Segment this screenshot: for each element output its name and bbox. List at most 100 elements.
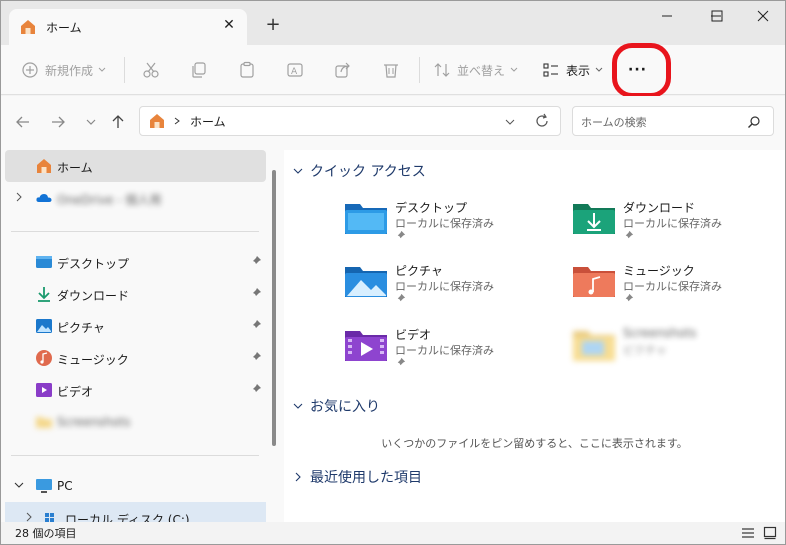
sort-button-label: 並べ替え — [457, 63, 506, 78]
new-button[interactable]: 新規作成 — [21, 58, 107, 82]
tiles-view-icon[interactable] — [763, 526, 777, 540]
chevron-down-icon — [510, 67, 518, 72]
item-name: Screenshots — [623, 326, 697, 340]
status-bar: 28 個の項目 — [1, 522, 785, 544]
quick-access-screenshots[interactable]: Screenshots ピクチャ — [572, 326, 772, 383]
details-view-icon[interactable] — [741, 526, 755, 540]
view-button[interactable]: 表示 — [542, 58, 604, 82]
quick-access-desktop[interactable]: デスクトップ ローカルに保存済み — [344, 200, 544, 256]
quick-access-videos[interactable]: ビデオ ローカルに保存済み — [344, 327, 544, 383]
up-arrow-icon[interactable] — [108, 112, 128, 132]
pin-icon[interactable] — [250, 319, 262, 331]
search-box[interactable] — [572, 106, 774, 136]
copy-button[interactable] — [190, 58, 208, 82]
sidebar-item-label: PC — [57, 479, 73, 493]
address-row: ホーム — [1, 96, 785, 150]
chevron-down-icon — [293, 403, 303, 409]
pin-icon — [624, 293, 634, 303]
delete-button[interactable] — [382, 58, 400, 82]
title-bar: ホーム ✕ + — [1, 1, 785, 45]
sidebar-item-label: ミュージック — [57, 353, 129, 367]
minimize-icon[interactable] — [661, 10, 673, 22]
item-subtitle: ローカルに保存済み — [395, 344, 494, 357]
cut-button[interactable] — [142, 58, 160, 82]
videos-folder-icon — [345, 331, 387, 361]
chevron-down-icon[interactable] — [13, 479, 25, 491]
quick-access-pictures[interactable]: ピクチャ ローカルに保存済み — [344, 263, 544, 319]
forward-arrow-icon[interactable] — [48, 112, 68, 132]
item-name: デスクトップ — [395, 201, 468, 215]
pictures-icon — [36, 319, 52, 333]
sidebar-scrollbar[interactable] — [272, 170, 276, 446]
item-name: ダウンロード — [623, 201, 696, 215]
home-icon — [21, 20, 35, 34]
quick-access-header[interactable]: クイック アクセス — [292, 161, 426, 181]
pin-icon — [624, 230, 634, 240]
explorer-window: ホーム ✕ + 新規作成 A 並べ替え 表示 ··· ホーム ホームの検索 ホー… — [0, 0, 786, 545]
pin-icon[interactable] — [250, 287, 262, 299]
maximize-icon[interactable] — [711, 10, 723, 22]
downloads-folder-icon — [573, 204, 615, 234]
sidebar-item-pc[interactable]: PC — [5, 470, 266, 502]
refresh-icon[interactable] — [534, 113, 550, 129]
recent-header[interactable]: 最近使用した項目 — [292, 467, 422, 487]
close-tab-icon[interactable]: ✕ — [221, 17, 237, 33]
pin-icon[interactable] — [250, 351, 262, 363]
rename-icon: A — [287, 63, 303, 77]
share-button[interactable] — [334, 58, 352, 82]
copy-icon — [192, 62, 206, 78]
recent-locations-chevron-icon[interactable] — [81, 112, 101, 132]
search-input[interactable] — [581, 113, 741, 131]
paste-button[interactable] — [238, 58, 256, 82]
sidebar-item-videos[interactable]: ビデオ — [5, 374, 266, 406]
sidebar-item-label: デスクトップ — [57, 257, 130, 271]
content-pane: クイック アクセス デスクトップ ローカルに保存済み ダウンロード ローカルに保… — [284, 150, 785, 522]
quick-access-downloads[interactable]: ダウンロード ローカルに保存済み — [572, 200, 772, 256]
item-name: ビデオ — [395, 328, 432, 342]
back-arrow-icon[interactable] — [13, 112, 33, 132]
close-window-icon[interactable] — [757, 10, 769, 22]
breadcrumb[interactable]: ホーム — [190, 113, 226, 130]
item-subtitle: ローカルに保存済み — [623, 280, 722, 293]
sidebar-item-downloads[interactable]: ダウンロード — [5, 278, 266, 310]
address-dropdown-icon[interactable] — [504, 116, 516, 128]
recent-title: 最近使用した項目 — [310, 470, 422, 486]
search-icon[interactable] — [747, 115, 761, 129]
pin-icon — [396, 230, 406, 240]
folder-icon — [36, 417, 52, 428]
favorites-title: お気に入り — [310, 399, 380, 415]
sidebar-item-pictures[interactable]: ピクチャ — [5, 310, 266, 342]
share-icon — [335, 62, 350, 78]
scissors-icon — [143, 62, 159, 78]
chevron-down-icon — [293, 168, 303, 174]
sort-icon — [434, 63, 450, 77]
favorites-header[interactable]: お気に入り — [292, 396, 380, 416]
item-subtitle: ローカルに保存済み — [395, 217, 494, 230]
item-subtitle: ローカルに保存済み — [395, 280, 494, 293]
sidebar-item-desktop[interactable]: デスクトップ — [5, 246, 266, 278]
pin-icon[interactable] — [250, 255, 262, 267]
highlight-ring — [612, 43, 671, 98]
address-bar[interactable]: ホーム — [139, 106, 561, 136]
svg-text:A: A — [291, 67, 298, 77]
chevron-right-icon[interactable] — [23, 511, 35, 522]
rename-button[interactable]: A — [286, 58, 304, 82]
sort-button[interactable]: 並べ替え — [433, 58, 519, 82]
chevron-right-icon[interactable] — [13, 191, 25, 203]
chevron-right-icon — [295, 472, 301, 482]
sidebar-item-music[interactable]: ミュージック — [5, 342, 266, 374]
quick-access-title: クイック アクセス — [310, 164, 426, 180]
pin-icon[interactable] — [250, 383, 262, 395]
tab-home[interactable]: ホーム ✕ — [9, 9, 247, 45]
quick-access-music[interactable]: ミュージック ローカルに保存済み — [572, 263, 772, 319]
pin-icon — [396, 293, 406, 303]
sidebar-item-onedrive[interactable]: OneDrive - 個人用 — [5, 182, 266, 214]
sidebar-item-home[interactable]: ホーム — [5, 150, 266, 182]
new-button-label: 新規作成 — [45, 63, 94, 78]
item-subtitle: ローカルに保存済み — [623, 217, 722, 230]
new-tab-button[interactable]: + — [263, 15, 283, 35]
music-folder-icon — [573, 267, 615, 297]
sidebar-item-local-disk[interactable]: ローカル ディスク (C:) — [5, 502, 266, 522]
videos-icon — [36, 383, 52, 397]
sidebar-item-screenshots[interactable]: Screenshots — [5, 406, 266, 438]
